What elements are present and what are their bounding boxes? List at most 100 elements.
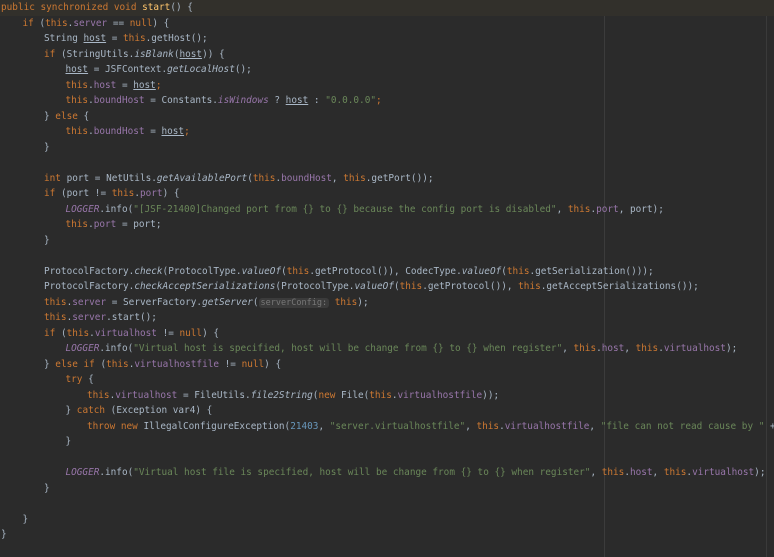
code-token: public synchronized void — [1, 2, 143, 13]
code-line[interactable]: if (this.virtualhost != null) { — [0, 326, 219, 342]
code-token: "0.0.0.0" — [325, 95, 376, 106]
code-token: .info( — [99, 467, 134, 478]
code-line[interactable]: } — [0, 512, 29, 528]
code-line[interactable]: try { — [0, 372, 94, 388]
code-token: port — [93, 219, 117, 230]
code-line[interactable]: } — [0, 527, 7, 543]
code-token: this — [476, 420, 500, 432]
code-line[interactable]: } else if (this.virtualhostfile != null)… — [0, 357, 281, 373]
code-line[interactable]: if (port != this.port) { — [0, 186, 180, 202]
code-token: this — [44, 312, 67, 323]
code-line[interactable]: this.server = ServerFactory.getServer(se… — [0, 295, 369, 311]
code-line[interactable] — [0, 155, 1, 171]
code-token: virtualhost — [94, 327, 157, 339]
code-token: this — [567, 203, 591, 215]
code-token: virtualhost — [115, 389, 178, 401]
code-token: start — [142, 2, 171, 13]
code-line[interactable]: LOGGER.info("Virtual host file is specif… — [0, 465, 766, 481]
parameter-hint: serverConfig: — [258, 297, 330, 308]
code-line[interactable]: ProtocolFactory.check(ProtocolType.value… — [0, 264, 654, 280]
code-token: } — [44, 482, 50, 494]
code-line[interactable]: } else { — [0, 109, 89, 125]
code-token: isWindows — [217, 95, 269, 106]
code-line[interactable]: this.port = port; — [0, 217, 162, 233]
code-token: LOGGER — [65, 343, 100, 354]
code-line[interactable]: host = JSFContext.getLocalHost(); — [0, 62, 252, 78]
code-token: ); — [754, 467, 766, 478]
code-token: this — [399, 281, 423, 292]
code-line[interactable]: if (this.server == null) { — [0, 16, 170, 32]
code-token: virtualhostfile — [504, 420, 590, 432]
code-token: 21403 — [290, 420, 319, 432]
code-token: host — [285, 95, 309, 106]
code-line[interactable]: this.host = host; — [0, 78, 162, 94]
code-token: "[JSF-21400]Changed port from {} to {} b… — [133, 203, 557, 215]
code-token: valueOf — [461, 265, 502, 277]
code-editor[interactable]: public synchronized void start() {if (th… — [0, 0, 774, 557]
code-token: } — [44, 234, 50, 246]
code-token: boundHost — [93, 126, 145, 137]
code-token: ProtocolFactory. — [44, 265, 135, 277]
code-token: virtualhost — [692, 467, 755, 478]
code-line[interactable]: } — [0, 481, 50, 497]
code-line[interactable]: if (StringUtils.isBlank(host)) { — [0, 47, 225, 63]
code-token: server — [73, 17, 108, 29]
code-token: checkAcceptSerializations — [134, 281, 276, 292]
code-token: getAvailablePort — [156, 172, 248, 184]
code-token: = — [144, 126, 162, 137]
code-token: this — [106, 358, 129, 370]
code-token: .start(); — [106, 312, 157, 323]
code-token: file2String — [250, 389, 313, 401]
code-token: (port != — [60, 188, 112, 199]
code-token: ; — [155, 79, 162, 91]
code-line[interactable] — [0, 496, 1, 512]
code-line[interactable]: throw new IllegalConfigureException(2140… — [0, 419, 774, 435]
code-token: this — [334, 296, 358, 308]
code-token: null — [179, 327, 203, 339]
code-line[interactable]: this.boundHost = host; — [0, 124, 190, 140]
code-token: this — [111, 188, 135, 199]
code-token: port — [596, 203, 619, 215]
code-line[interactable]: int port = NetUtils.getAvailablePort(thi… — [0, 171, 434, 187]
code-line[interactable]: } catch (Exception var4) { — [0, 403, 213, 419]
code-token: .info( — [99, 203, 134, 215]
code-line[interactable]: this.boundHost = Constants.isWindows ? h… — [0, 93, 382, 109]
code-line[interactable]: ProtocolFactory.checkAcceptSerialization… — [0, 279, 699, 295]
code-token: () { — [170, 2, 193, 13]
code-token: this — [518, 281, 541, 292]
code-token: this — [635, 343, 659, 354]
code-token: check — [134, 265, 163, 277]
code-token: LOGGER — [65, 203, 100, 215]
code-line[interactable]: } — [0, 233, 50, 249]
code-line[interactable]: LOGGER.info("[JSF-21400]Changed port fro… — [0, 202, 664, 218]
code-token: ); — [357, 296, 369, 308]
code-token: this — [601, 467, 625, 478]
code-token: this — [65, 95, 89, 106]
code-token: , port); — [618, 203, 664, 215]
code-token: host — [179, 48, 203, 60]
code-token: } — [1, 529, 7, 540]
code-token: { — [83, 110, 90, 122]
code-line[interactable]: this.virtualhost = FileUtils.file2String… — [0, 388, 499, 404]
code-token: ) { — [162, 188, 180, 199]
code-line[interactable] — [0, 248, 1, 264]
code-token: = Constants. — [144, 95, 218, 106]
code-token: = — [106, 33, 124, 44]
code-token: } — [44, 141, 50, 153]
code-token: new — [318, 389, 342, 401]
code-line[interactable]: this.server.start(); — [0, 310, 157, 326]
code-line[interactable]: LOGGER.info("Virtual host is specified, … — [0, 341, 738, 357]
code-token: else — [55, 110, 84, 122]
code-token: host — [65, 64, 89, 75]
code-line[interactable]: String host = this.getHost(); — [0, 31, 208, 47]
code-token: : — [308, 95, 326, 106]
code-line[interactable] — [0, 450, 1, 466]
code-token: null — [129, 17, 153, 29]
code-token: ) { — [152, 17, 170, 29]
code-token: server — [72, 296, 107, 308]
code-token: .getAcceptSerializations()); — [540, 281, 699, 292]
code-line[interactable]: public synchronized void start() { — [0, 0, 774, 16]
code-line[interactable]: } — [0, 434, 72, 450]
code-line[interactable]: } — [0, 140, 50, 156]
code-token: host — [629, 467, 653, 478]
